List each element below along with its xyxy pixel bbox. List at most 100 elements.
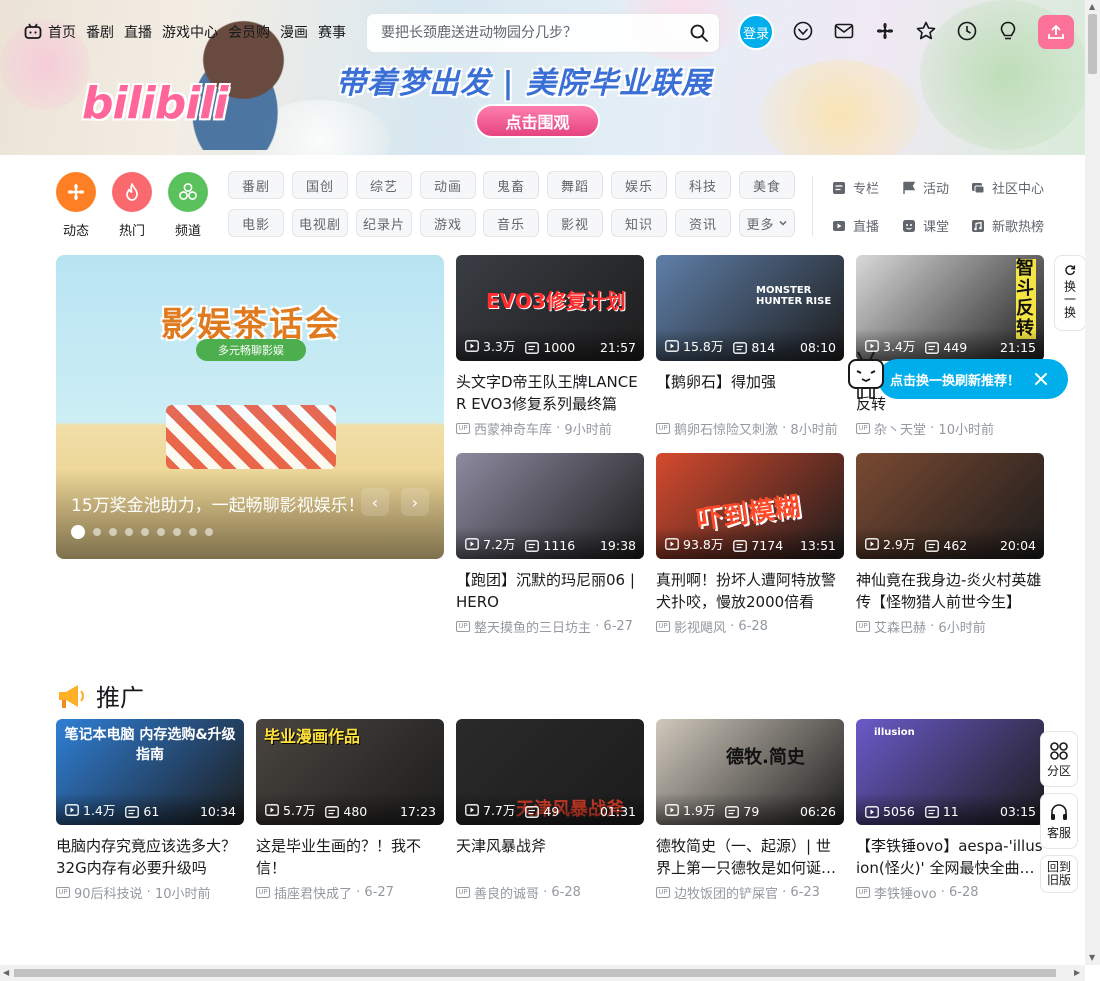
nav-live[interactable]: 直播: [124, 22, 152, 42]
old-version-button[interactable]: 回到旧版: [1040, 855, 1078, 893]
video-card[interactable]: 智斗反转3.4万44921:15一切玩弄于鼓掌之中！智斗反转UP杂丶天堂 · 1…: [856, 255, 1044, 438]
carousel-dot[interactable]: [71, 525, 85, 539]
video-thumbnail[interactable]: 天津风暴战斧7.7万4901:31: [456, 719, 644, 825]
scroll-right-arrow-icon[interactable]: ▶: [1074, 968, 1080, 977]
scroll-up-arrow-icon[interactable]: ▲: [1089, 2, 1095, 11]
carousel-dot[interactable]: [205, 528, 213, 536]
carousel-dot[interactable]: [157, 528, 165, 536]
video-thumbnail[interactable]: 2.9万 462 20:04: [856, 453, 1044, 559]
horizontal-scrollbar[interactable]: ◀ ▶: [0, 965, 1085, 981]
video-card[interactable]: 天津风暴战斧7.7万4901:31天津风暴战斧UP善良的诚哥 · 6-28: [456, 719, 644, 902]
video-title[interactable]: 电脑内存究竟应该选多大？32G内存有必要升级吗: [56, 835, 244, 879]
video-author[interactable]: 杂丶天堂: [874, 419, 926, 438]
video-author[interactable]: 艾森巴赫: [874, 617, 926, 636]
bilibili-logo[interactable]: bilibili: [82, 78, 228, 129]
video-title[interactable]: 德牧简史（一、起源）| 世界上第一只德牧是如何诞生的: [656, 835, 844, 879]
video-author[interactable]: 善良的诚哥: [474, 883, 539, 902]
video-card[interactable]: MONSTER HUNTER RISE 15.8万 814 08:10 【鹅卵石】得加强…: [656, 255, 844, 438]
carousel-dot[interactable]: [125, 528, 133, 536]
video-card[interactable]: 德牧.简史 1.9万 79 06:26 德牧简史（一、起源）| 世界上第一只德牧是如何诞…: [656, 719, 844, 902]
big-member-icon[interactable]: [792, 20, 814, 42]
carousel-caption[interactable]: 15万奖金池助力，一起畅聊影视娱乐！: [71, 491, 381, 516]
video-card[interactable]: 笔记本电脑 内存选购&升级指南 1.4万 61 10:34 电脑内存究竟应该选多大？32…: [56, 719, 244, 902]
video-card[interactable]: 毕业漫画作品 5.7万 480 17:23 这是毕业生画的？！我不信！ UP 插座君快成了 …: [256, 719, 444, 902]
video-author[interactable]: 边牧饭团的铲屎官: [674, 883, 778, 902]
scroll-left-arrow-icon[interactable]: ◀: [3, 968, 9, 977]
video-title[interactable]: 【跑团】沉默的玛尼丽06 | HERO: [456, 569, 644, 613]
video-card[interactable]: 吓到模糊 93.8万 7174 13:51 真刑啊！扮坏人遭阿特放警犬扑咬，慢放2000…: [656, 453, 844, 636]
video-card[interactable]: EVO3修复计划 3.3万 1000 21:57 头文字D帝王队王牌LANCER EVO…: [456, 255, 644, 438]
video-title[interactable]: 【李铁锤ovo】aespa-'illusion(怪火)' 全网最快全曲翻跳: [856, 835, 1044, 879]
nav-manga[interactable]: 漫画: [280, 22, 308, 42]
quick-entry-channel[interactable]: 频道: [167, 172, 209, 239]
upload-button[interactable]: [1038, 15, 1074, 49]
side-link-community[interactable]: 社区中心: [971, 178, 1044, 197]
refresh-button[interactable]: 换一换: [1054, 255, 1086, 331]
channel-chip-dance[interactable]: 舞蹈: [547, 171, 603, 199]
vertical-scrollbar-thumb[interactable]: [1088, 14, 1097, 74]
carousel-next-button[interactable]: ›: [401, 488, 429, 516]
channel-chip-documentary[interactable]: 纪录片: [356, 209, 412, 237]
video-author[interactable]: 西蒙神奇车库: [474, 419, 552, 438]
channel-chip-food[interactable]: 美食: [739, 171, 795, 199]
quick-entry-hot[interactable]: 热门: [111, 172, 153, 239]
video-thumbnail[interactable]: EVO3修复计划 3.3万 1000 21:57: [456, 255, 644, 361]
side-link-live[interactable]: 直播: [832, 216, 879, 235]
side-link-music-chart[interactable]: 新歌热榜: [971, 216, 1044, 235]
nav-esports[interactable]: 赛事: [318, 22, 346, 42]
nav-game-center[interactable]: 游戏中心: [162, 22, 218, 42]
video-thumbnail[interactable]: 德牧.简史 1.9万 79 06:26: [656, 719, 844, 825]
horizontal-scrollbar-thumb[interactable]: [14, 969, 1056, 977]
zone-button[interactable]: 分区: [1040, 731, 1078, 787]
nav-home[interactable]: 首页: [48, 22, 76, 42]
channel-chip-kichiku[interactable]: 鬼畜: [483, 171, 539, 199]
video-title[interactable]: 头文字D帝王队王牌LANCER EVO3修复系列最终篇: [456, 371, 644, 415]
carousel-dot[interactable]: [173, 528, 181, 536]
channel-chip-movie[interactable]: 电影: [228, 209, 284, 237]
video-author[interactable]: 插座君快成了: [274, 883, 352, 902]
video-card[interactable]: 7.2万 1116 19:38 【跑团】沉默的玛尼丽06 | HERO UP 整天摸鱼的三…: [456, 453, 644, 636]
channel-chip-music[interactable]: 音乐: [483, 209, 539, 237]
carousel-dot[interactable]: [109, 528, 117, 536]
video-thumbnail[interactable]: illusion 5056 11 03:15: [856, 719, 1044, 825]
history-icon[interactable]: [956, 20, 978, 42]
channel-chip-tv-series[interactable]: 电视剧: [292, 209, 348, 237]
channel-chip-animation[interactable]: 动画: [420, 171, 476, 199]
video-title[interactable]: 【鹅卵石】得加强: [656, 371, 844, 415]
video-card[interactable]: illusion 5056 11 03:15 【李铁锤ovo】aespa-'illusi…: [856, 719, 1044, 902]
nav-anime[interactable]: 番剧: [86, 22, 114, 42]
search-icon[interactable]: [689, 23, 709, 43]
video-thumbnail[interactable]: 笔记本电脑 内存选购&升级指南 1.4万 61 10:34: [56, 719, 244, 825]
login-button[interactable]: 登录: [738, 14, 774, 50]
favorites-icon[interactable]: [915, 20, 937, 42]
creative-center-icon[interactable]: [997, 20, 1019, 42]
search-input[interactable]: [381, 25, 671, 41]
video-thumbnail[interactable]: 智斗反转 3.4万 449 21:15: [856, 255, 1044, 361]
quick-entry-dynamic[interactable]: 动态: [55, 172, 97, 239]
side-link-classroom[interactable]: 课堂: [902, 216, 949, 235]
video-thumbnail[interactable]: 吓到模糊 93.8万 7174 13:51: [656, 453, 844, 559]
hero-carousel[interactable]: 影娱茶话会 多元畅聊影娱 15万奖金池助力，一起畅聊影视娱乐！ ‹ ›: [56, 255, 444, 559]
video-thumbnail[interactable]: 7.2万 1116 19:38: [456, 453, 644, 559]
header-banner[interactable]: bilibili 带着梦出发 | 美院毕业联展 点击围观 首页 番剧 直播 游戏…: [0, 0, 1085, 155]
channel-chip-game[interactable]: 游戏: [420, 209, 476, 237]
video-thumbnail[interactable]: MONSTER HUNTER RISE 15.8万 814 08:10: [656, 255, 844, 361]
nav-mall[interactable]: 会员购: [228, 22, 270, 42]
channel-chip-film[interactable]: 影视: [547, 209, 603, 237]
channel-chip-entertainment[interactable]: 娱乐: [611, 171, 667, 199]
channel-chip-tech[interactable]: 科技: [675, 171, 731, 199]
video-title[interactable]: 这是毕业生画的？！我不信！: [256, 835, 444, 879]
customer-service-button[interactable]: 客服: [1040, 793, 1078, 849]
channel-chip-guochuang[interactable]: 国创: [292, 171, 348, 199]
dynamic-icon[interactable]: [874, 20, 896, 42]
carousel-dot[interactable]: [189, 528, 197, 536]
channel-chip-knowledge[interactable]: 知识: [611, 209, 667, 237]
video-title[interactable]: 真刑啊！扮坏人遭阿特放警犬扑咬，慢放2000倍看: [656, 569, 844, 613]
message-icon[interactable]: [833, 20, 855, 42]
video-title[interactable]: 神仙竟在我身边-炎火村英雄传【怪物猎人前世今生】: [856, 569, 1044, 613]
bilibili-tv-icon[interactable]: [24, 23, 42, 41]
side-link-activity[interactable]: 活动: [902, 178, 949, 197]
channel-more-button[interactable]: 更多: [739, 209, 795, 237]
side-link-column[interactable]: 专栏: [832, 178, 879, 197]
video-author[interactable]: 鹅卵石惊险又刺激: [674, 419, 778, 438]
